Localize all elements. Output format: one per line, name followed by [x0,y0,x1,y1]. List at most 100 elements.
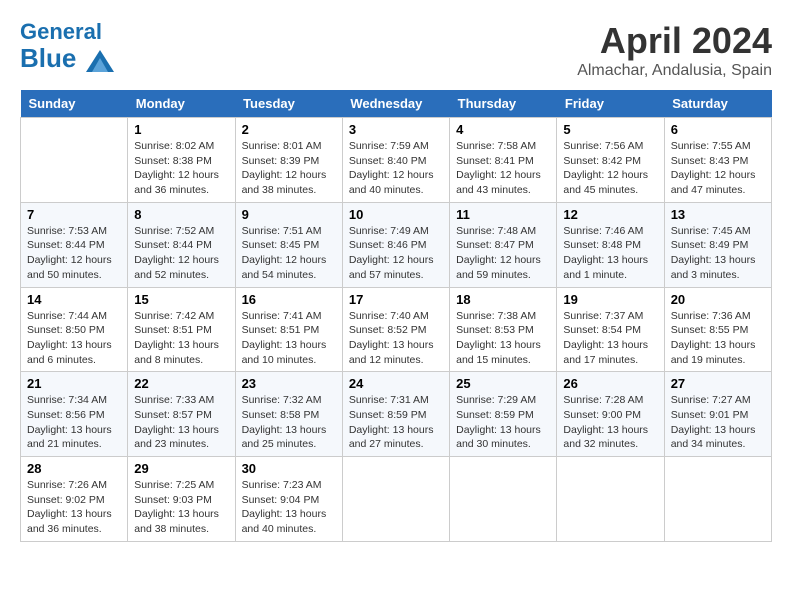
day-number: 14 [27,292,121,307]
sun-info: Sunrise: 7:38 AMSunset: 8:53 PMDaylight:… [456,309,550,368]
day-number: 1 [134,122,228,137]
month-year-title: April 2024 [577,20,772,62]
day-number: 6 [671,122,765,137]
day-number: 10 [349,207,443,222]
sun-info: Sunrise: 7:59 AMSunset: 8:40 PMDaylight:… [349,139,443,198]
sun-info: Sunrise: 7:41 AMSunset: 8:51 PMDaylight:… [242,309,336,368]
day-number: 28 [27,461,121,476]
day-number: 18 [456,292,550,307]
weekday-header-row: SundayMondayTuesdayWednesdayThursdayFrid… [21,90,772,118]
sun-info: Sunrise: 7:36 AMSunset: 8:55 PMDaylight:… [671,309,765,368]
day-number: 24 [349,376,443,391]
week-row-2: 7 Sunrise: 7:53 AMSunset: 8:44 PMDaylight… [21,202,772,287]
day-number: 7 [27,207,121,222]
weekday-header-thursday: Thursday [450,90,557,118]
day-number: 30 [242,461,336,476]
day-number: 8 [134,207,228,222]
sun-info: Sunrise: 7:34 AMSunset: 8:56 PMDaylight:… [27,393,121,452]
sun-info: Sunrise: 7:58 AMSunset: 8:41 PMDaylight:… [456,139,550,198]
calendar-cell: 23 Sunrise: 7:32 AMSunset: 8:58 PMDayligh… [235,372,342,457]
sun-info: Sunrise: 7:56 AMSunset: 8:42 PMDaylight:… [563,139,657,198]
day-number: 25 [456,376,550,391]
sun-info: Sunrise: 7:31 AMSunset: 8:59 PMDaylight:… [349,393,443,452]
calendar-cell: 3 Sunrise: 7:59 AMSunset: 8:40 PMDaylight… [342,118,449,203]
sun-info: Sunrise: 7:44 AMSunset: 8:50 PMDaylight:… [27,309,121,368]
day-number: 4 [456,122,550,137]
day-number: 19 [563,292,657,307]
week-row-4: 21 Sunrise: 7:34 AMSunset: 8:56 PMDayligh… [21,372,772,457]
weekday-header-monday: Monday [128,90,235,118]
sun-info: Sunrise: 7:49 AMSunset: 8:46 PMDaylight:… [349,224,443,283]
day-number: 2 [242,122,336,137]
week-row-3: 14 Sunrise: 7:44 AMSunset: 8:50 PMDayligh… [21,287,772,372]
calendar-cell: 27 Sunrise: 7:27 AMSunset: 9:01 PMDayligh… [664,372,771,457]
calendar-cell: 30 Sunrise: 7:23 AMSunset: 9:04 PMDayligh… [235,457,342,542]
weekday-header-saturday: Saturday [664,90,771,118]
day-number: 29 [134,461,228,476]
calendar-cell: 19 Sunrise: 7:37 AMSunset: 8:54 PMDayligh… [557,287,664,372]
day-number: 17 [349,292,443,307]
page-header: General Blue April 2024 Almachar, Andalu… [20,20,772,80]
day-number: 9 [242,207,336,222]
calendar-cell: 21 Sunrise: 7:34 AMSunset: 8:56 PMDayligh… [21,372,128,457]
week-row-1: 1 Sunrise: 8:02 AMSunset: 8:38 PMDaylight… [21,118,772,203]
day-number: 23 [242,376,336,391]
sun-info: Sunrise: 7:26 AMSunset: 9:02 PMDaylight:… [27,478,121,537]
day-number: 21 [27,376,121,391]
calendar-cell [342,457,449,542]
day-number: 13 [671,207,765,222]
calendar-cell [450,457,557,542]
sun-info: Sunrise: 7:42 AMSunset: 8:51 PMDaylight:… [134,309,228,368]
day-number: 11 [456,207,550,222]
calendar-cell: 4 Sunrise: 7:58 AMSunset: 8:41 PMDaylight… [450,118,557,203]
calendar-cell: 24 Sunrise: 7:31 AMSunset: 8:59 PMDayligh… [342,372,449,457]
sun-info: Sunrise: 7:37 AMSunset: 8:54 PMDaylight:… [563,309,657,368]
weekday-header-sunday: Sunday [21,90,128,118]
day-number: 16 [242,292,336,307]
calendar-cell: 11 Sunrise: 7:48 AMSunset: 8:47 PMDayligh… [450,202,557,287]
calendar-cell [21,118,128,203]
weekday-header-tuesday: Tuesday [235,90,342,118]
calendar-table: SundayMondayTuesdayWednesdayThursdayFrid… [20,90,772,542]
calendar-cell: 1 Sunrise: 8:02 AMSunset: 8:38 PMDaylight… [128,118,235,203]
calendar-cell: 8 Sunrise: 7:52 AMSunset: 8:44 PMDaylight… [128,202,235,287]
calendar-cell: 26Sunrise: 7:28 AMSunset: 9:00 PMDayligh… [557,372,664,457]
day-number: 12 [563,207,657,222]
calendar-cell: 2 Sunrise: 8:01 AMSunset: 8:39 PMDaylight… [235,118,342,203]
sun-info: Sunrise: 7:23 AMSunset: 9:04 PMDaylight:… [242,478,336,537]
day-number: 15 [134,292,228,307]
logo-icon [86,50,114,72]
sun-info: Sunrise: 7:29 AMSunset: 8:59 PMDaylight:… [456,393,550,452]
title-block: April 2024 Almachar, Andalusia, Spain [577,20,772,80]
calendar-cell: 9Sunrise: 7:51 AMSunset: 8:45 PMDaylight… [235,202,342,287]
sun-info: Sunrise: 7:27 AMSunset: 9:01 PMDaylight:… [671,393,765,452]
sun-info: Sunrise: 7:32 AMSunset: 8:58 PMDaylight:… [242,393,336,452]
calendar-cell [557,457,664,542]
calendar-cell [664,457,771,542]
logo-text: General Blue [20,20,114,73]
calendar-cell: 22Sunrise: 7:33 AMSunset: 8:57 PMDayligh… [128,372,235,457]
location-subtitle: Almachar, Andalusia, Spain [577,62,772,80]
sun-info: Sunrise: 7:53 AMSunset: 8:44 PMDaylight:… [27,224,121,283]
day-number: 27 [671,376,765,391]
calendar-cell: 28 Sunrise: 7:26 AMSunset: 9:02 PMDayligh… [21,457,128,542]
calendar-cell: 5Sunrise: 7:56 AMSunset: 8:42 PMDaylight… [557,118,664,203]
sun-info: Sunrise: 8:02 AMSunset: 8:38 PMDaylight:… [134,139,228,198]
day-number: 20 [671,292,765,307]
calendar-cell: 29 Sunrise: 7:25 AMSunset: 9:03 PMDayligh… [128,457,235,542]
calendar-cell: 20 Sunrise: 7:36 AMSunset: 8:55 PMDayligh… [664,287,771,372]
sun-info: Sunrise: 7:48 AMSunset: 8:47 PMDaylight:… [456,224,550,283]
sun-info: Sunrise: 7:33 AMSunset: 8:57 PMDaylight:… [134,393,228,452]
calendar-cell: 13Sunrise: 7:45 AMSunset: 8:49 PMDayligh… [664,202,771,287]
sun-info: Sunrise: 8:01 AMSunset: 8:39 PMDaylight:… [242,139,336,198]
weekday-header-wednesday: Wednesday [342,90,449,118]
calendar-cell: 16 Sunrise: 7:41 AMSunset: 8:51 PMDayligh… [235,287,342,372]
sun-info: Sunrise: 7:25 AMSunset: 9:03 PMDaylight:… [134,478,228,537]
sun-info: Sunrise: 7:52 AMSunset: 8:44 PMDaylight:… [134,224,228,283]
calendar-cell: 18 Sunrise: 7:38 AMSunset: 8:53 PMDayligh… [450,287,557,372]
calendar-cell: 15 Sunrise: 7:42 AMSunset: 8:51 PMDayligh… [128,287,235,372]
day-number: 3 [349,122,443,137]
calendar-cell: 14 Sunrise: 7:44 AMSunset: 8:50 PMDayligh… [21,287,128,372]
week-row-5: 28 Sunrise: 7:26 AMSunset: 9:02 PMDayligh… [21,457,772,542]
calendar-cell: 7 Sunrise: 7:53 AMSunset: 8:44 PMDaylight… [21,202,128,287]
